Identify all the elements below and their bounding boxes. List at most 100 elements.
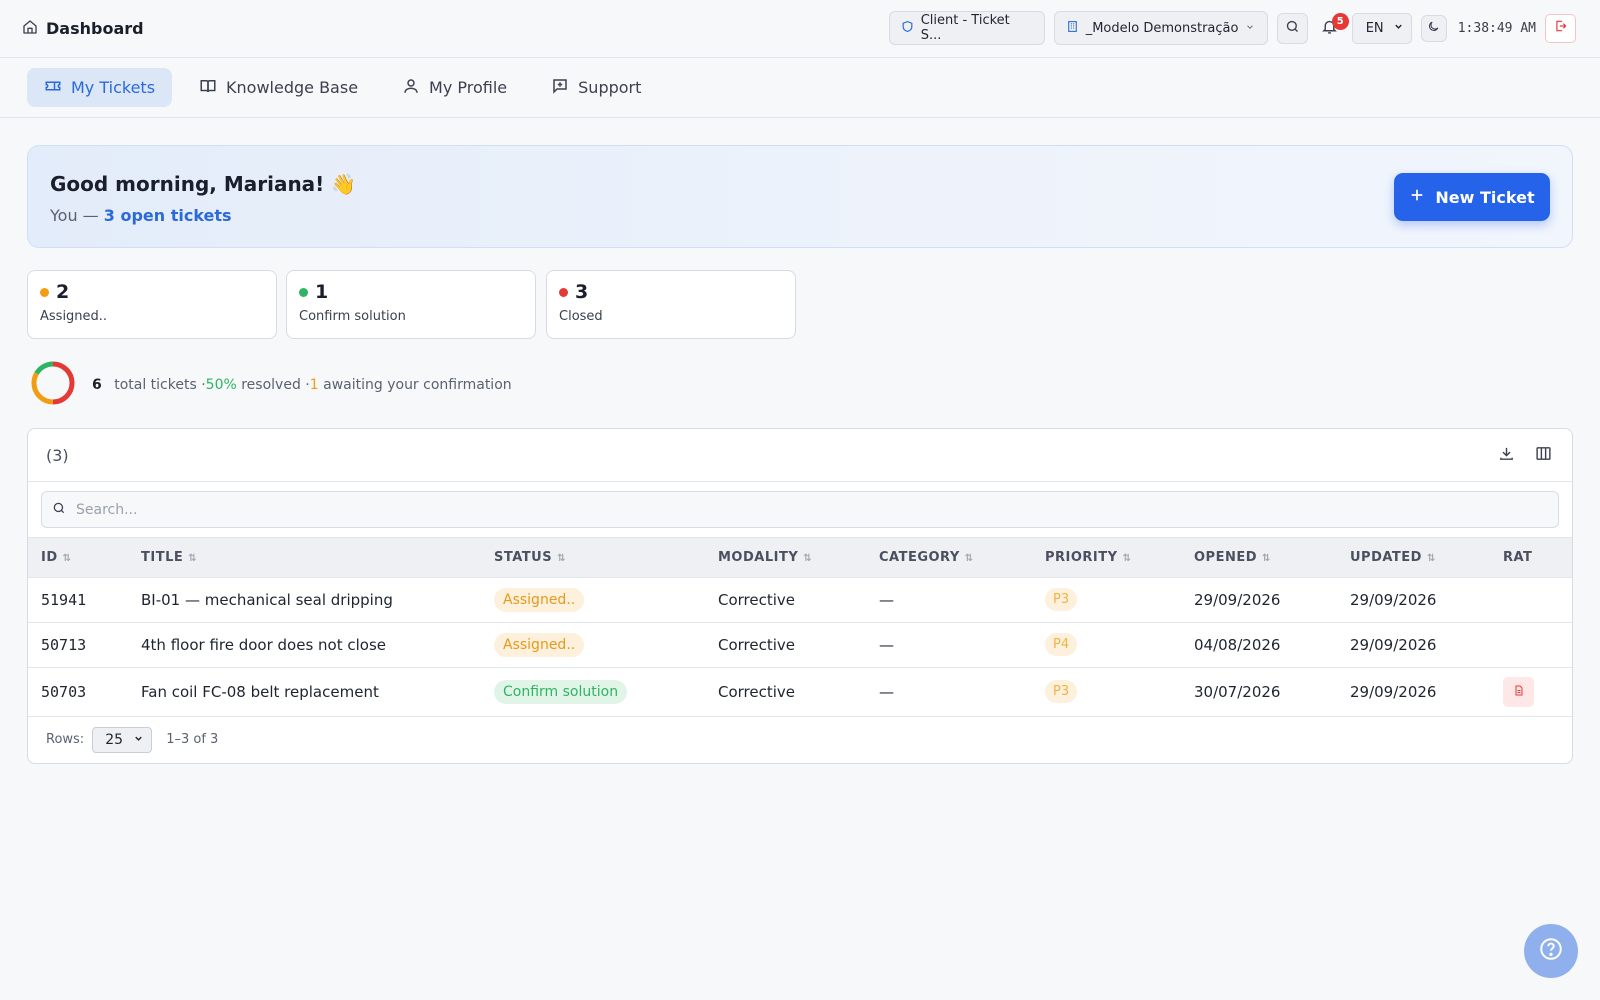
summary-text: 6 total tickets ·50% resolved ·1 awaitin… [92, 377, 512, 393]
chevron-down-icon [133, 732, 144, 748]
clock: 1:38:49 AM [1457, 20, 1536, 36]
ticket-category: — [866, 667, 1032, 717]
tab-support[interactable]: Support [534, 68, 658, 107]
stat-label: Assigned.. [40, 309, 108, 324]
notification-badge: 5 [1331, 12, 1349, 30]
welcome-banner: Good morning, Mariana! 👋 You — 3 open ti… [27, 145, 1573, 248]
total-count: 6 [92, 377, 102, 393]
tab-my-tickets[interactable]: My Tickets [27, 68, 173, 107]
table-footer: Rows: 25 1–3 of 3 [28, 717, 1572, 763]
priority-badge: P4 [1045, 633, 1078, 656]
column-header-opened[interactable]: OPENED ⇅ [1181, 538, 1337, 578]
help-icon [1538, 936, 1564, 966]
rat-document-button[interactable] [1503, 676, 1534, 707]
search-bar [28, 482, 1572, 538]
ticket-title: BI-01 — mechanical seal dripping [128, 577, 481, 623]
column-header-updated[interactable]: UPDATED ⇅ [1337, 538, 1490, 578]
search-icon [52, 501, 66, 519]
ticket-rat [1490, 622, 1572, 668]
chevron-down-icon [1393, 21, 1404, 36]
logout-button[interactable] [1545, 13, 1576, 43]
help-button[interactable] [1524, 924, 1578, 978]
ticket-modality: Corrective [705, 577, 866, 623]
document-icon [1513, 683, 1525, 701]
new-ticket-button[interactable]: New Ticket [1394, 173, 1550, 221]
rows-per-page-select[interactable]: 25 [92, 726, 153, 753]
stat-value: 1 [315, 281, 329, 303]
new-ticket-label: New Ticket [1435, 187, 1535, 207]
table-row[interactable]: 50713 4th floor fire door does not close… [28, 622, 1572, 668]
ticket-updated: 29/09/2026 [1337, 622, 1490, 668]
rows-per-page-value: 25 [105, 731, 124, 748]
total-label: total tickets [114, 377, 197, 393]
book-icon [199, 77, 217, 99]
stat-card-assigned[interactable]: 2 Assigned.. [27, 270, 277, 339]
ticket-title: 4th floor fire door does not close [128, 622, 481, 668]
top-bar: Dashboard Client - Ticket S... _Modelo D… [0, 0, 1600, 58]
ticket-updated: 29/09/2026 [1337, 577, 1490, 623]
search-input[interactable] [76, 501, 1548, 518]
rows-label: Rows: [46, 732, 85, 747]
notifications-button[interactable]: 5 [1317, 12, 1349, 44]
ticket-opened: 29/09/2026 [1181, 577, 1337, 623]
ticket-icon [44, 77, 62, 99]
open-tickets-link[interactable]: 3 open tickets [104, 206, 232, 225]
column-header-category[interactable]: CATEGORY ⇅ [866, 538, 1032, 578]
dashboard-home[interactable]: Dashboard [22, 19, 144, 39]
tab-label: My Tickets [71, 78, 156, 97]
open-tickets-summary: You — 3 open tickets [50, 206, 232, 225]
stat-card-closed[interactable]: 3 Closed [546, 270, 796, 339]
ticket-category: — [866, 577, 1032, 623]
column-header-rat: RAT [1490, 538, 1572, 578]
greeting: Good morning, Mariana! 👋 [50, 172, 357, 196]
status-badge: Confirm solution [494, 679, 628, 704]
shield-icon [901, 20, 914, 37]
status-dot [299, 287, 308, 297]
table-row[interactable]: 50703 Fan coil FC-08 belt replacement Co… [28, 667, 1572, 717]
page-title: Dashboard [46, 19, 144, 38]
ticket-id: 50703 [28, 667, 128, 717]
awaiting-label: awaiting your confirmation [323, 377, 512, 393]
stat-value: 3 [575, 281, 589, 303]
stat-card-confirm-solution[interactable]: 1 Confirm solution [286, 270, 536, 339]
sub-prefix: You — [50, 206, 99, 225]
download-icon[interactable] [1498, 445, 1515, 466]
search-button[interactable] [1276, 12, 1308, 44]
status-dot [40, 287, 49, 297]
column-header-modality[interactable]: MODALITY ⇅ [705, 538, 866, 578]
status-dot [559, 287, 568, 297]
ticket-count: (3) [46, 445, 69, 465]
ticket-modality: Corrective [705, 622, 866, 668]
theme-toggle[interactable] [1420, 14, 1447, 42]
ticket-modality: Corrective [705, 667, 866, 717]
ticket-rat [1490, 577, 1572, 623]
tab-my-profile[interactable]: My Profile [385, 68, 524, 107]
ticket-opened: 04/08/2026 [1181, 622, 1337, 668]
column-header-id[interactable]: ID ⇅ [28, 538, 128, 578]
table-row[interactable]: 51941 BI-01 — mechanical seal dripping A… [28, 577, 1572, 623]
column-header-status[interactable]: STATUS ⇅ [481, 538, 705, 578]
plus-icon [1409, 187, 1425, 207]
language-select[interactable]: EN [1351, 12, 1412, 44]
tab-knowledge-base[interactable]: Knowledge Base [182, 68, 375, 107]
model-label: _Modelo Demonstração [1085, 20, 1239, 36]
columns-icon[interactable] [1535, 445, 1552, 466]
client-selector[interactable]: Client - Ticket S... [888, 11, 1045, 45]
pagination-range: 1–3 of 3 [166, 732, 219, 747]
priority-badge: P3 [1045, 588, 1078, 611]
resolved-label: resolved [241, 377, 301, 393]
column-header-title[interactable]: TITLE ⇅ [128, 538, 481, 578]
stat-value: 2 [56, 281, 70, 303]
search-box [41, 491, 1559, 528]
column-header-priority[interactable]: PRIORITY ⇅ [1032, 538, 1181, 578]
client-label: Client - Ticket S... [920, 13, 1010, 43]
language-value: EN [1365, 20, 1384, 36]
message-plus-icon [551, 77, 569, 99]
model-selector[interactable]: _Modelo Demonstração [1053, 11, 1268, 45]
ticket-updated: 29/09/2026 [1337, 667, 1490, 717]
search-icon [1285, 19, 1300, 38]
ticket-id: 51941 [28, 577, 128, 623]
ticket-category: — [866, 622, 1032, 668]
ticket-id: 50713 [28, 622, 128, 668]
donut-chart [30, 360, 76, 410]
